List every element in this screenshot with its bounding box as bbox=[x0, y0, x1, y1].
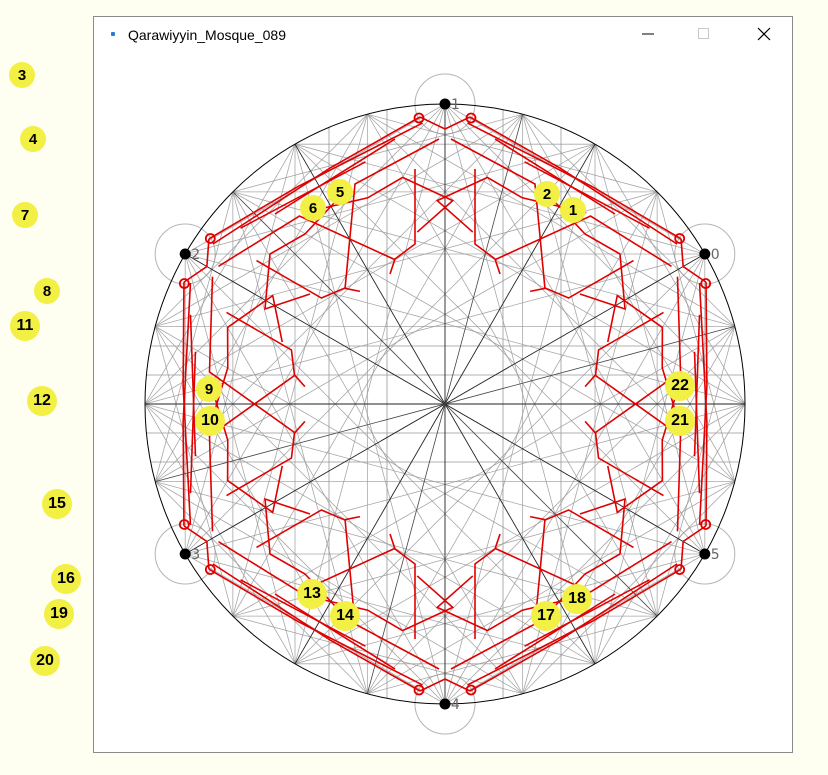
marker-1[interactable]: 1 bbox=[560, 197, 586, 223]
marker-11[interactable]: 11 bbox=[10, 311, 40, 341]
marker-14[interactable]: 14 bbox=[330, 601, 360, 631]
marker-19[interactable]: 19 bbox=[44, 599, 74, 629]
app-window: Qarawiyyin_Mosque_089 012345 1 2 5 6 9 1… bbox=[93, 16, 793, 753]
marker-21[interactable]: 21 bbox=[665, 406, 695, 436]
marker-4[interactable]: 4 bbox=[20, 126, 46, 152]
marker-13[interactable]: 13 bbox=[297, 579, 327, 609]
construction-line bbox=[232, 113, 523, 193]
construction-line bbox=[367, 615, 658, 695]
pattern-line bbox=[389, 533, 416, 639]
marker-17[interactable]: 17 bbox=[531, 601, 561, 631]
marker-7[interactable]: 7 bbox=[12, 202, 38, 228]
hex-vertex-dot bbox=[699, 248, 711, 260]
pattern-line bbox=[389, 169, 416, 275]
hex-vertex-dot bbox=[699, 548, 711, 560]
marker-18[interactable]: 18 bbox=[562, 584, 592, 614]
construction-line bbox=[144, 253, 705, 405]
vertex-label: 4 bbox=[451, 697, 460, 713]
vertex-label: 2 bbox=[191, 247, 200, 263]
vertex-label: 0 bbox=[711, 247, 720, 263]
construction-line bbox=[184, 253, 596, 665]
vertex-label: 5 bbox=[711, 547, 720, 563]
marker-10[interactable]: 10 bbox=[195, 406, 225, 436]
marker-16[interactable]: 16 bbox=[51, 564, 81, 594]
hex-vertex-dot bbox=[179, 248, 191, 260]
pattern-line bbox=[474, 169, 501, 275]
vertex-label: 3 bbox=[191, 547, 200, 563]
pattern-line bbox=[226, 420, 306, 497]
marker-3[interactable]: 3 bbox=[9, 62, 35, 88]
vertex-label: 1 bbox=[451, 97, 460, 113]
marker-5[interactable]: 5 bbox=[327, 179, 353, 205]
marker-8[interactable]: 8 bbox=[34, 278, 60, 304]
pattern-line bbox=[584, 420, 664, 497]
hex-vertex-dot bbox=[439, 698, 451, 710]
pattern-line bbox=[474, 533, 501, 639]
marker-22[interactable]: 22 bbox=[665, 371, 695, 401]
pattern-line bbox=[584, 311, 664, 388]
marker-20[interactable]: 20 bbox=[30, 646, 60, 676]
construction-line bbox=[185, 403, 746, 555]
marker-2[interactable]: 2 bbox=[534, 181, 560, 207]
marker-9[interactable]: 9 bbox=[196, 376, 222, 402]
marker-6[interactable]: 6 bbox=[300, 195, 326, 221]
construction-line bbox=[294, 143, 706, 555]
pattern-line bbox=[226, 311, 306, 388]
hex-vertex-dot bbox=[179, 548, 191, 560]
marker-15[interactable]: 15 bbox=[42, 489, 72, 519]
hex-vertex-dot bbox=[439, 98, 451, 110]
marker-12[interactable]: 12 bbox=[27, 386, 57, 416]
